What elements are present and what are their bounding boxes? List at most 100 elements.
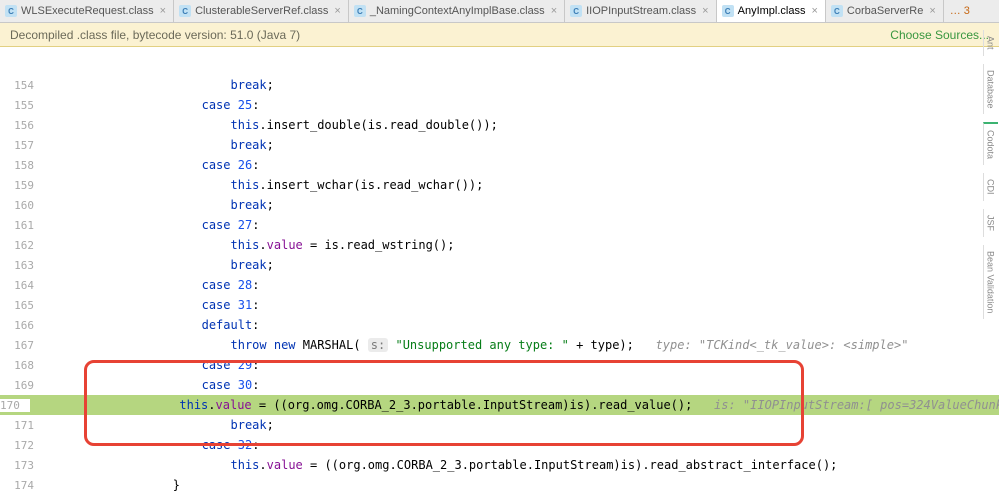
code-line[interactable]: 170 this.value = ((org.omg.CORBA_2_3.por…: [0, 395, 999, 415]
line-number: 166: [0, 319, 44, 332]
close-icon[interactable]: ×: [809, 5, 819, 17]
code-line[interactable]: 161 case 27:: [0, 215, 999, 235]
code-line[interactable]: 156 this.insert_double(is.read_double())…: [0, 115, 999, 135]
code-text: case 25:: [82, 98, 259, 112]
code-line[interactable]: 160 break;: [0, 195, 999, 215]
class-file-icon: C: [722, 5, 734, 17]
code-line[interactable]: 171 break;: [0, 415, 999, 435]
line-number: 168: [0, 359, 44, 372]
code-text: default:: [82, 318, 259, 332]
line-number: 165: [0, 299, 44, 312]
tab-label: _NamingContextAnyImplBase.class: [370, 5, 545, 17]
close-icon[interactable]: ×: [927, 5, 937, 17]
code-line[interactable]: 158 case 26:: [0, 155, 999, 175]
line-number: 170: [0, 399, 30, 412]
code-text: break;: [82, 138, 274, 152]
line-number: 173: [0, 459, 44, 472]
line-number: 156: [0, 119, 44, 132]
code-text: case 26:: [82, 158, 259, 172]
code-line[interactable]: 166 default:: [0, 315, 999, 335]
right-tool-rail: Ant Database Codota CDI JSF Bean Validation: [981, 0, 999, 500]
tab-label: ClusterableServerRef.class: [195, 5, 328, 17]
code-line[interactable]: 167 throw new MARSHAL( s: "Unsupported a…: [0, 335, 999, 355]
rail-jsf[interactable]: JSF: [983, 209, 998, 237]
tab-clusterableserverref-class[interactable]: C ClusterableServerRef.class ×: [174, 0, 349, 22]
tab-anyimpl-class[interactable]: C AnyImpl.class×: [717, 0, 826, 22]
close-icon[interactable]: ×: [549, 5, 559, 17]
tab-label: AnyImpl.class: [738, 5, 806, 17]
line-number: 164: [0, 279, 44, 292]
code-line[interactable]: 165 case 31:: [0, 295, 999, 315]
rail-database[interactable]: Database: [983, 64, 998, 115]
line-number: 161: [0, 219, 44, 232]
class-file-icon: C: [570, 5, 582, 17]
tab-wlsexecuterequest-class[interactable]: C WLSExecuteRequest.class ×: [0, 0, 174, 22]
code-text: this.value = ((org.omg.CORBA_2_3.portabl…: [31, 398, 999, 412]
code-line[interactable]: 164 case 28:: [0, 275, 999, 295]
code-line[interactable]: 155 case 25:: [0, 95, 999, 115]
code-line[interactable]: 174 }: [0, 475, 999, 495]
tab-_namingcontextanyimplbase-class[interactable]: C _NamingContextAnyImplBase.class ×: [349, 0, 565, 22]
code-line[interactable]: 173 this.value = ((org.omg.CORBA_2_3.por…: [0, 455, 999, 475]
overflow-count: 3: [964, 5, 970, 17]
code-text: break;: [82, 198, 274, 212]
code-text: this.value = is.read_wstring();: [82, 238, 454, 252]
rail-ant[interactable]: Ant: [983, 30, 998, 56]
banner-text: Decompiled .class file, bytecode version…: [10, 28, 300, 42]
line-number: 158: [0, 159, 44, 172]
tab-label: CorbaServerRe: [847, 5, 923, 17]
line-number: 167: [0, 339, 44, 352]
rail-cdi[interactable]: CDI: [983, 173, 998, 201]
code-line[interactable]: 162 this.value = is.read_wstring();: [0, 235, 999, 255]
line-number: 157: [0, 139, 44, 152]
tab-label: WLSExecuteRequest.class: [21, 5, 154, 17]
line-number: 171: [0, 419, 44, 432]
code-text: case 31:: [82, 298, 259, 312]
rail-bean-validation[interactable]: Bean Validation: [983, 245, 998, 319]
tab-label: IIOPInputStream.class: [586, 5, 696, 17]
line-number: 159: [0, 179, 44, 192]
code-text: }: [82, 478, 180, 492]
line-number: 154: [0, 79, 44, 92]
code-line[interactable]: 157 break;: [0, 135, 999, 155]
code-text: this.insert_wchar(is.read_wchar());: [82, 178, 483, 192]
code-text: throw new MARSHAL( s: "Unsupported any t…: [82, 338, 908, 352]
class-file-icon: C: [831, 5, 843, 17]
code-line[interactable]: 175: [0, 495, 999, 500]
line-number: 169: [0, 379, 44, 392]
code-editor[interactable]: 154 break;155 case 25:156 this.insert_do…: [0, 47, 999, 500]
choose-sources-link[interactable]: Choose Sources...: [890, 28, 989, 42]
close-icon[interactable]: ×: [158, 5, 168, 17]
code-text: case 27:: [82, 218, 259, 232]
close-icon[interactable]: ×: [332, 5, 342, 17]
line-number: 172: [0, 439, 44, 452]
code-line[interactable]: 154 break;: [0, 75, 999, 95]
tab-iiopinputstream-class[interactable]: C IIOPInputStream.class ×: [565, 0, 716, 22]
class-file-icon: C: [354, 5, 366, 17]
code-text: case 28:: [82, 278, 259, 292]
class-file-icon: C: [179, 5, 191, 17]
code-text: case 29:: [82, 358, 259, 372]
line-number: 174: [0, 479, 44, 492]
code-text: this.insert_double(is.read_double());: [82, 118, 498, 132]
editor-tabs: C WLSExecuteRequest.class × C ClusterableSer…: [0, 0, 999, 23]
code-text: this.value = ((org.omg.CORBA_2_3.portabl…: [82, 458, 837, 472]
code-line[interactable]: 159 this.insert_wchar(is.read_wchar());: [0, 175, 999, 195]
code-line[interactable]: 168 case 29:: [0, 355, 999, 375]
tabs-overflow[interactable]: …3: [944, 0, 976, 22]
line-number: 160: [0, 199, 44, 212]
code-text: case 32:: [82, 438, 259, 452]
class-file-icon: C: [5, 5, 17, 17]
code-text: break;: [82, 258, 274, 272]
line-number: 163: [0, 259, 44, 272]
code-line[interactable]: 169 case 30:: [0, 375, 999, 395]
close-icon[interactable]: ×: [700, 5, 710, 17]
code-line[interactable]: 172 case 32:: [0, 435, 999, 455]
overflow-dots: …: [950, 5, 961, 17]
rail-codota[interactable]: Codota: [983, 122, 998, 165]
tab-corbaserverre[interactable]: C CorbaServerRe ×: [826, 0, 944, 22]
code-line[interactable]: 163 break;: [0, 255, 999, 275]
decompiled-banner: Decompiled .class file, bytecode version…: [0, 23, 999, 47]
code-text: case 30:: [82, 378, 259, 392]
code-text: break;: [82, 418, 274, 432]
